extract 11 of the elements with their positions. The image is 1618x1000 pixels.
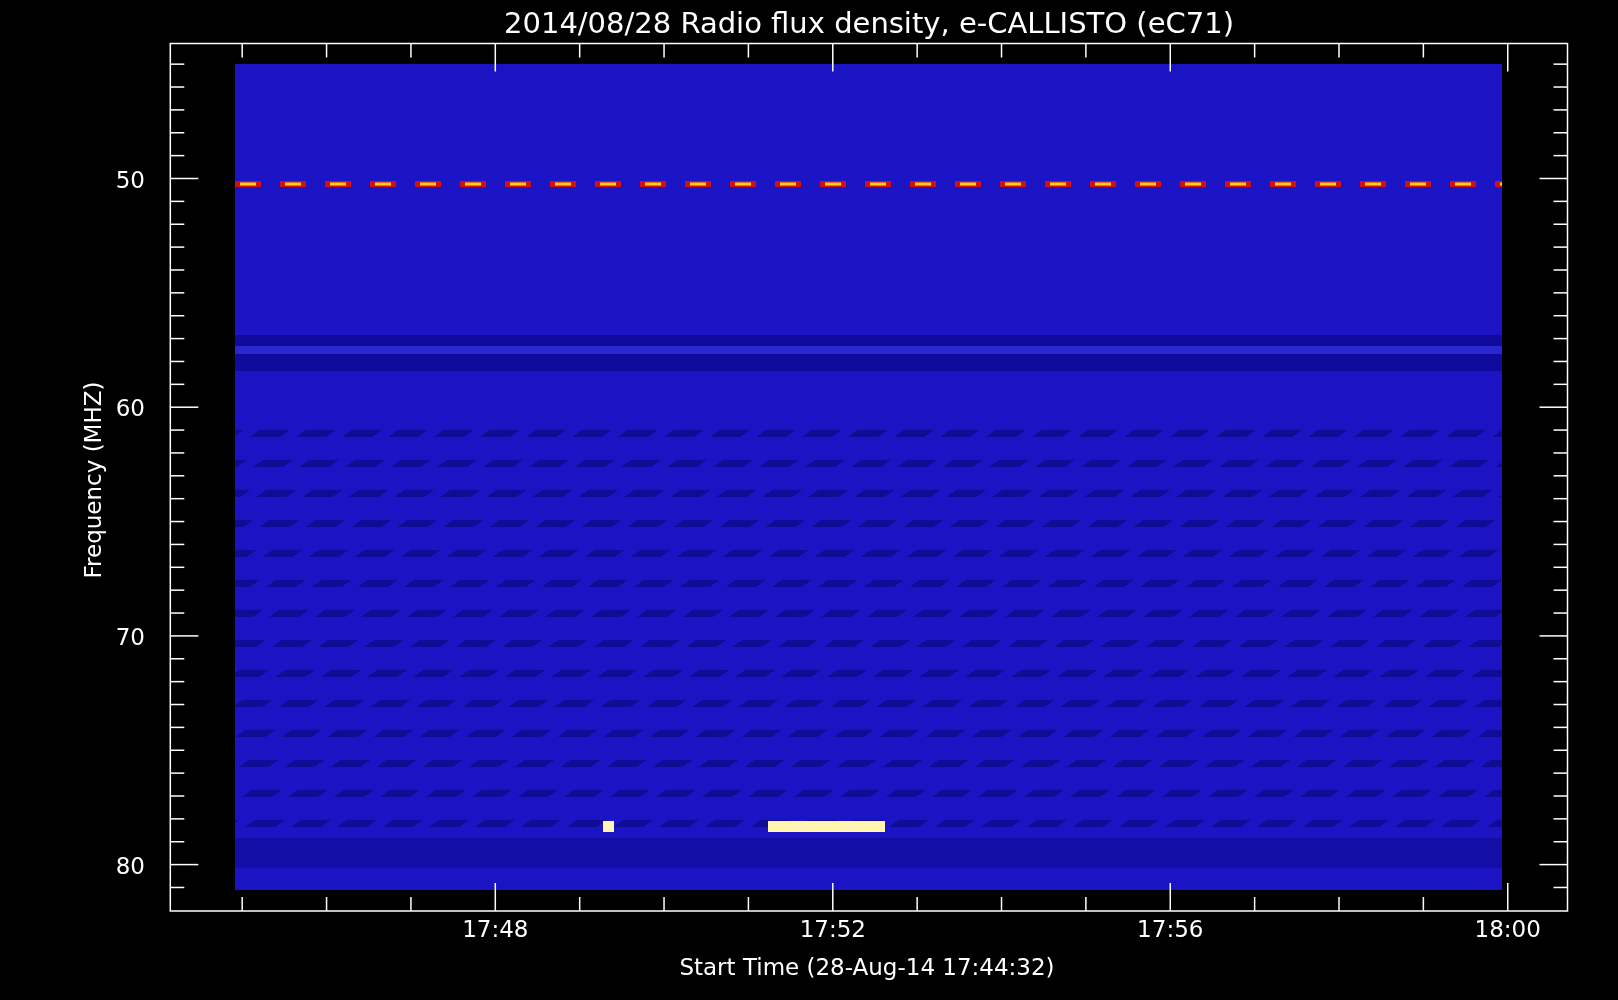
tick-label: 70 — [115, 623, 145, 650]
tick-label: 60 — [115, 395, 145, 422]
tick-label: 17:48 — [462, 916, 529, 942]
tick-label: 50 — [115, 166, 145, 193]
tick-label: 17:52 — [799, 916, 866, 942]
axis-label: Start Time (28-Aug-14 17:44:32) — [679, 954, 1055, 980]
tick-label: 17:56 — [1137, 916, 1204, 942]
tick-label: 18:00 — [1474, 916, 1541, 942]
axis-label: Frequency (MHZ) — [80, 381, 106, 579]
tick-label: 80 — [115, 852, 145, 879]
chart-title: 2014/08/28 Radio flux density, e-CALLISTO (eC71) — [504, 6, 1234, 40]
